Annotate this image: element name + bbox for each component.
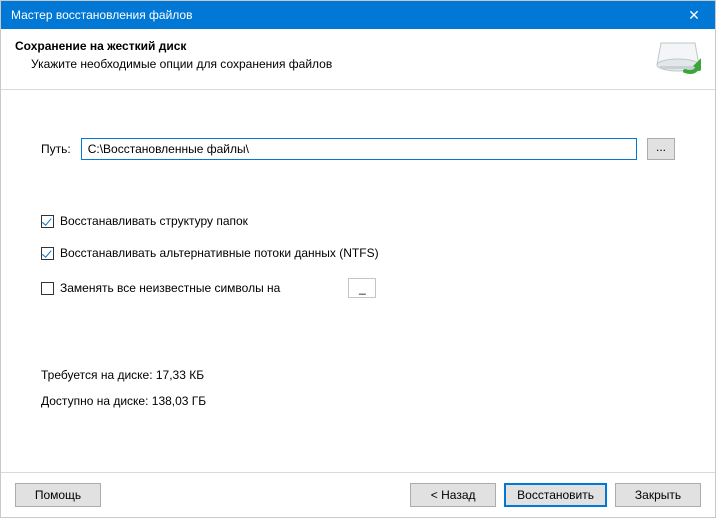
option-replace-unknown: Заменять все неизвестные символы на xyxy=(41,278,675,298)
page-subtitle: Укажите необходимые опции для сохранения… xyxy=(15,57,647,71)
replace-unknown-label: Заменять все неизвестные символы на xyxy=(60,281,280,295)
replace-unknown-checkbox[interactable] xyxy=(41,282,54,295)
option-restore-folders: Восстанавливать структуру папок xyxy=(41,214,675,228)
path-label: Путь: xyxy=(41,142,71,156)
options-group: Восстанавливать структуру папок Восстана… xyxy=(41,214,675,298)
close-button[interactable]: Закрыть xyxy=(615,483,701,507)
path-row: Путь: ... xyxy=(41,138,675,160)
replace-char-input[interactable] xyxy=(348,278,376,298)
disk-available: Доступно на диске: 138,03 ГБ xyxy=(41,394,675,408)
restore-ads-label: Восстанавливать альтернативные потоки да… xyxy=(60,246,379,260)
titlebar: Мастер восстановления файлов ✕ xyxy=(1,1,715,29)
restore-ads-checkbox[interactable] xyxy=(41,247,54,260)
option-restore-ads: Восстанавливать альтернативные потоки да… xyxy=(41,246,675,260)
close-icon[interactable]: ✕ xyxy=(673,1,715,29)
back-button[interactable]: < Назад xyxy=(410,483,496,507)
path-input[interactable] xyxy=(81,138,637,160)
page-title: Сохранение на жесткий диск xyxy=(15,39,647,53)
hard-disk-icon xyxy=(655,39,701,77)
window-title: Мастер восстановления файлов xyxy=(11,8,192,22)
footer: Помощь < Назад Восстановить Закрыть xyxy=(1,472,715,517)
content-area: Путь: ... Восстанавливать структуру папо… xyxy=(1,90,715,440)
restore-folders-label: Восстанавливать структуру папок xyxy=(60,214,248,228)
recover-button[interactable]: Восстановить xyxy=(504,483,607,507)
disk-required: Требуется на диске: 17,33 КБ xyxy=(41,368,675,382)
restore-folders-checkbox[interactable] xyxy=(41,215,54,228)
disk-info: Требуется на диске: 17,33 КБ Доступно на… xyxy=(41,368,675,408)
wizard-header: Сохранение на жесткий диск Укажите необх… xyxy=(1,29,715,89)
browse-button[interactable]: ... xyxy=(647,138,675,160)
help-button[interactable]: Помощь xyxy=(15,483,101,507)
